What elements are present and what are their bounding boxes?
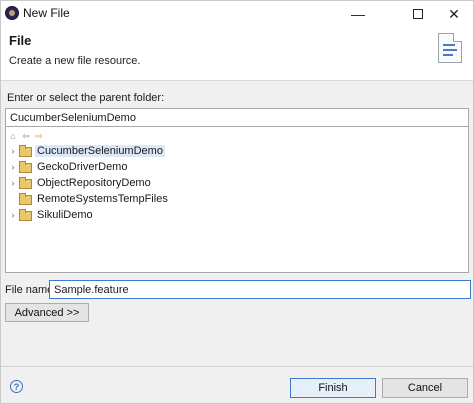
tree-item-label: SikuliDemo [37,209,93,221]
project-folder-icon [18,209,32,221]
tree-toolbar: ⌂ ⇦ ⇨ [8,129,44,143]
back-arrow-icon[interactable]: ⇦ [21,131,31,141]
advanced-button[interactable]: Advanced >> [5,303,89,322]
project-folder-icon [18,145,32,157]
file-name-input[interactable]: Sample.feature [49,280,471,299]
project-folder-icon [18,193,32,205]
tree-item-remotesystemstempfiles[interactable]: RemoteSystemsTempFiles [8,191,170,207]
new-file-wizard-icon [438,33,462,63]
parent-folder-input[interactable]: CucumberSeleniumDemo [5,108,469,127]
wizard-banner: File Create a new file resource. [1,27,473,81]
project-folder-icon [18,177,32,189]
tree-item-label: ObjectRepositoryDemo [37,177,151,189]
minimize-button[interactable]: — [335,1,381,27]
window-title: New File [23,6,70,20]
project-folder-icon [18,161,32,173]
banner-title: File [9,33,32,48]
folder-tree[interactable]: ⌂ ⇦ ⇨ › CucumberSeleniumDemo › GeckoDriv… [5,127,469,273]
help-icon[interactable]: ? [10,380,23,393]
new-file-dialog: New File — ✕ File Create a new file reso… [0,0,474,404]
home-icon[interactable]: ⌂ [8,131,18,141]
maximize-icon [413,9,423,19]
title-bar: New File — ✕ [1,1,473,27]
close-button[interactable]: ✕ [431,1,474,27]
forward-arrow-icon[interactable]: ⇨ [34,131,44,141]
expand-chevron-icon[interactable]: › [8,162,18,172]
tree-item-sikulidemo[interactable]: › SikuliDemo [8,207,95,223]
parent-folder-label: Enter or select the parent folder: [7,92,165,104]
eclipse-app-icon [5,6,19,20]
expand-chevron-icon[interactable]: › [8,210,18,220]
expand-chevron-icon[interactable]: › [8,146,18,156]
tree-item-label: CucumberSeleniumDemo [35,145,165,157]
finish-button[interactable]: Finish [290,378,376,398]
footer-divider [1,366,473,367]
tree-item-cucumberseleniumdemo[interactable]: › CucumberSeleniumDemo [8,143,165,159]
banner-description: Create a new file resource. [9,55,141,67]
tree-item-label: GeckoDriverDemo [37,161,128,173]
tree-item-label: RemoteSystemsTempFiles [37,193,168,205]
minimize-icon: — [351,6,365,22]
tree-item-geckodriverdemo[interactable]: › GeckoDriverDemo [8,159,129,175]
cancel-button[interactable]: Cancel [382,378,468,398]
expand-chevron-icon[interactable]: › [8,178,18,188]
close-icon: ✕ [448,5,460,22]
tree-item-objectrepositorydemo[interactable]: › ObjectRepositoryDemo [8,175,153,191]
